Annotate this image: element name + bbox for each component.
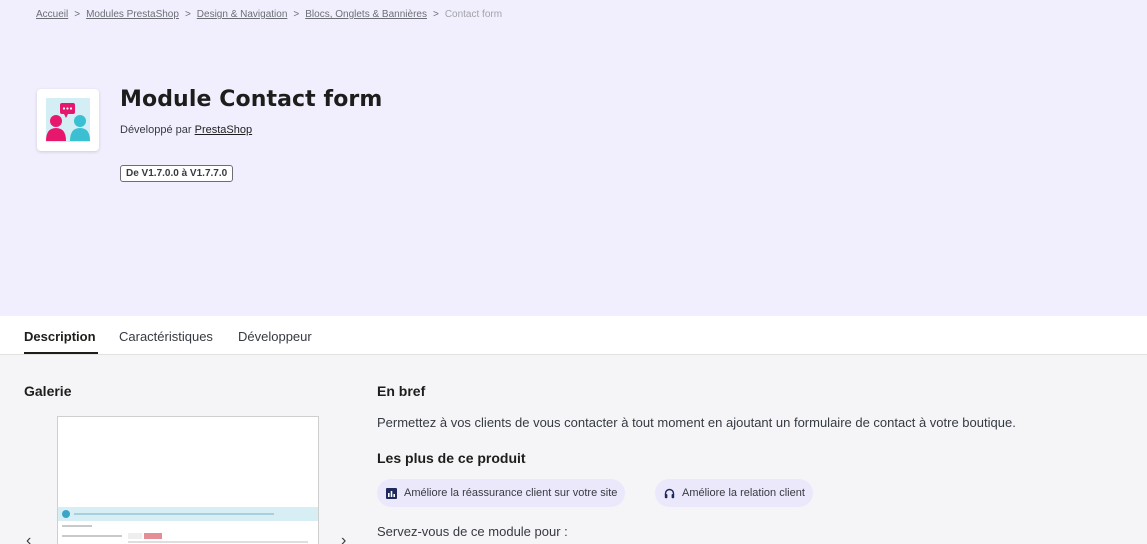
screenshot-info-bar	[58, 507, 318, 521]
benefit-chip-reassurance: Améliore la réassurance client sur votre…	[377, 479, 626, 507]
developer-line: Développé par PrestaShop	[120, 124, 252, 136]
chart-icon	[386, 487, 397, 499]
chevron-left-icon[interactable]: ‹	[26, 532, 31, 544]
breadcrumb-link-modules[interactable]: Modules PrestaShop	[86, 9, 179, 20]
breadcrumb-link-home[interactable]: Accueil	[36, 9, 68, 20]
screenshot-toggle-on	[144, 533, 162, 539]
chevron-right-icon[interactable]: ›	[341, 532, 346, 544]
info-icon	[62, 510, 70, 518]
tab-developer[interactable]: Développeur	[238, 329, 312, 344]
benefit-chip-relation: Améliore la relation client	[655, 479, 813, 507]
benefit-label: Améliore la réassurance client sur votre…	[404, 487, 618, 499]
screenshot-text-line	[62, 525, 92, 527]
tab-features[interactable]: Caractéristiques	[119, 329, 213, 344]
breadcrumb-link-design[interactable]: Design & Navigation	[197, 9, 288, 20]
screenshot-text-line	[74, 513, 274, 515]
module-logo	[37, 89, 99, 151]
screenshot-text-line	[62, 535, 122, 537]
breadcrumb-current: Contact form	[444, 9, 503, 20]
module-tabs: Description Caractéristiques Développeur	[0, 316, 1147, 355]
screenshot-text-line	[128, 541, 308, 543]
benefits-title: Les plus de ce produit	[377, 450, 526, 466]
breadcrumb-separator: >	[184, 9, 191, 20]
developed-by-prefix: Développé par	[120, 124, 192, 136]
breadcrumb-separator: >	[293, 9, 300, 20]
module-title: Module Contact form	[120, 87, 383, 112]
contact-people-chat-icon	[46, 98, 90, 142]
gallery-title: Galerie	[24, 383, 72, 399]
gallery-screenshot[interactable]	[57, 416, 319, 544]
module-hero: Accueil > Modules PrestaShop > Design & …	[0, 0, 1147, 316]
summary-text: Permettez à vos clients de vous contacte…	[377, 415, 1016, 430]
summary-title: En bref	[377, 383, 426, 399]
version-badge: De V1.7.0.0 à V1.7.7.0	[120, 165, 234, 182]
breadcrumb-link-blocs[interactable]: Blocs, Onglets & Bannières	[305, 9, 427, 20]
breadcrumb: Accueil > Modules PrestaShop > Design & …	[36, 9, 502, 20]
tab-description[interactable]: Description	[24, 329, 96, 344]
breadcrumb-separator: >	[74, 9, 81, 20]
active-tab-indicator	[24, 352, 98, 354]
screenshot-toggle-off	[128, 533, 142, 539]
headphones-icon	[664, 488, 675, 498]
developer-link[interactable]: PrestaShop	[195, 124, 252, 136]
benefit-label: Améliore la relation client	[682, 487, 805, 499]
use-title: Servez-vous de ce module pour :	[377, 524, 568, 539]
breadcrumb-separator: >	[432, 9, 439, 20]
